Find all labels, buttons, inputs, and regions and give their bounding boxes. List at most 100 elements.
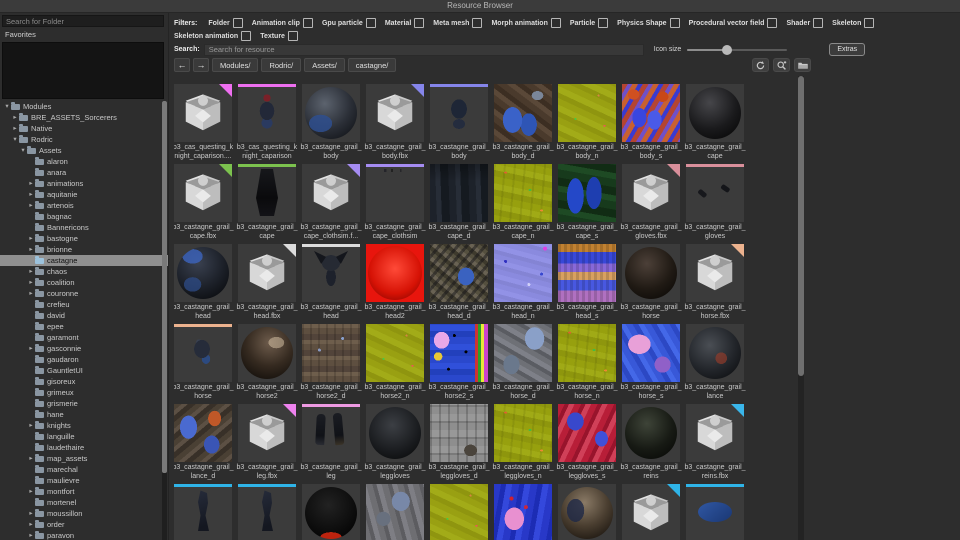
asset-tile[interactable]: b3_castagne_grail_ head [300,244,362,324]
expand-arrow-icon[interactable]: ▸ [27,508,35,519]
asset-tile[interactable]: b3_castagne_grail_ body.fbx [364,84,426,164]
tree-item-brionne[interactable]: ▸ brionne [0,244,168,255]
expand-arrow-icon[interactable]: ▸ [27,519,35,530]
slider-knob[interactable] [722,44,733,55]
asset-tile[interactable] [558,484,616,540]
asset-tile[interactable]: b3_castagne_grail_ horse_d [492,324,554,404]
tree-scrollbar[interactable] [162,101,167,540]
tree-item-order[interactable]: ▸ order [0,519,168,530]
tree-item-garamont[interactable]: garamont [0,332,168,343]
open-folder-icon[interactable] [794,58,811,72]
breadcrumb-assets[interactable]: Assets/ [304,58,345,72]
filter-folder[interactable]: Folder [208,18,243,28]
extras-button[interactable]: Extras [829,43,866,56]
tree-item-modules[interactable]: ▾ Modules [0,101,168,112]
tree-item-maulievre[interactable]: maulievre [0,475,168,486]
filter-checkbox[interactable] [767,18,778,28]
asset-tile[interactable]: b3_castagne_grail_ horse2_d [300,324,362,404]
asset-tile[interactable]: b3_castagne_grail_ cape.fbx [174,164,234,244]
tree-item-assets[interactable]: ▾ Assets [0,145,168,156]
tree-item-marechal[interactable]: marechal [0,464,168,475]
asset-tile[interactable]: b3_castagne_grail_ leggloves_n [492,404,554,484]
tree-item-couronne[interactable]: ▸ couronne [0,288,168,299]
tree-item-map-assets[interactable]: ▸ map_assets [0,453,168,464]
filter-skeleton[interactable]: Skeleton [832,18,875,28]
asset-tile[interactable]: b3_castagne_grail_ head_d [428,244,490,324]
filter-checkbox[interactable] [287,31,298,41]
filter-shader[interactable]: Shader [786,18,824,28]
tree-item-languille[interactable]: languille [0,431,168,442]
expand-arrow-icon[interactable]: ▸ [27,343,35,354]
tree-item-artenois[interactable]: ▸ artenois [0,200,168,211]
asset-tile[interactable]: b3_castagne_grail_ horse.fbx [684,244,746,324]
filter-checkbox[interactable] [365,18,376,28]
asset-tile[interactable]: b3_castagne_grail_ cape [236,164,298,244]
asset-tile[interactable]: b3_castagne_grail_ head [174,244,234,324]
expand-arrow-icon[interactable]: ▸ [27,266,35,277]
asset-tile[interactable]: b3_castagne_grail_ cape [684,84,746,164]
asset-tile[interactable]: b3_castagne_grail_ leggloves [364,404,426,484]
expand-arrow-icon[interactable]: ▸ [27,178,35,189]
asset-tile[interactable]: b3_castagne_grail_ body [300,84,362,164]
asset-tile[interactable]: b3_castagne_grail_ head2 [364,244,426,324]
asset-tile[interactable]: b3_castagne_grail_ cape_clothsim.f... [300,164,362,244]
icon-size-slider[interactable] [687,44,788,56]
tree-item-coalition[interactable]: ▸ coalition [0,277,168,288]
asset-tile[interactable]: b3_castagne_grail_ gloves [684,164,746,244]
asset-tile[interactable]: b3_castagne_grail_ cape_clothsim [364,164,426,244]
asset-tile[interactable] [302,484,360,540]
expand-arrow-icon[interactable]: ▸ [27,288,35,299]
asset-tile[interactable]: b3_castagne_grail_ body_n [556,84,618,164]
filter-meta-mesh[interactable]: Meta mesh [433,18,483,28]
tree-item-bannericons[interactable]: Bannericons [0,222,168,233]
collapse-arrow-icon[interactable]: ▾ [11,134,19,145]
grid-scrollbar[interactable] [798,76,804,540]
tree-item-castagne[interactable]: castagne [0,255,168,266]
asset-tile[interactable]: b3_castagne_grail_ leggloves_s [556,404,618,484]
filter-checkbox[interactable] [241,31,252,41]
asset-tile[interactable] [174,484,232,540]
collapse-arrow-icon[interactable]: ▾ [19,145,27,156]
tree-item-alaron[interactable]: alaron [0,156,168,167]
asset-tile[interactable]: b3_castagne_grail_ cape_n [492,164,554,244]
expand-arrow-icon[interactable]: ▸ [27,530,35,540]
collapse-arrow-icon[interactable]: ▾ [3,101,11,112]
tree-item-grimeux[interactable]: grimeux [0,387,168,398]
tree-item-bagnac[interactable]: bagnac [0,211,168,222]
tree-item-grismerie[interactable]: grismerie [0,398,168,409]
asset-tile[interactable]: b3_castagne_grail_ body_s [620,84,682,164]
tree-item-david[interactable]: david [0,310,168,321]
filter-checkbox[interactable] [472,18,483,28]
forward-button[interactable]: → [193,58,209,72]
asset-tile[interactable]: b3_castagne_grail_ cape_s [556,164,618,244]
tree-item-montfort[interactable]: ▸ montfort [0,486,168,497]
asset-tile[interactable] [686,484,744,540]
tree-item-epee[interactable]: epee [0,321,168,332]
asset-tile[interactable]: b3_castagne_grail_ head.fbx [236,244,298,324]
asset-tile[interactable]: b3_castagne_grail_ head_s [556,244,618,324]
filter-morph-animation[interactable]: Morph animation [491,18,561,28]
asset-tile[interactable]: b3_castagne_grail_ reins [620,404,682,484]
asset-tile[interactable]: b3_castagne_grail_ body [428,84,490,164]
expand-arrow-icon[interactable]: ▸ [27,244,35,255]
filter-checkbox[interactable] [232,18,243,28]
asset-tile[interactable]: b3_castagne_grail_ reins.fbx [684,404,746,484]
asset-tile[interactable]: b3_castagne_grail_ leg [300,404,362,484]
asset-tile[interactable]: b3_castagne_grail_ cape_d [428,164,490,244]
favorites-panel[interactable] [2,42,164,99]
tree-item-moussillon[interactable]: ▸ moussillon [0,508,168,519]
tree-item-bastogne[interactable]: ▸ bastogne [0,233,168,244]
tree-item-native[interactable]: ▸ Native [0,123,168,134]
filter-gpu-particle[interactable]: Gpu particle [322,18,376,28]
asset-tile[interactable]: b3_castagne_grail_ horse2 [236,324,298,404]
asset-tile[interactable] [430,484,488,540]
tree-item-gaudaron[interactable]: gaudaron [0,354,168,365]
tree-item-chaos[interactable]: ▸ chaos [0,266,168,277]
filter-physics-shape[interactable]: Physics Shape [617,18,680,28]
filter-particle[interactable]: Particle [570,18,609,28]
asset-tile[interactable]: b3_castagne_grail_ horse2_s [428,324,490,404]
filter-skeleton-animation[interactable]: Skeleton animation [174,31,252,41]
asset-tile[interactable] [622,484,680,540]
filter-checkbox[interactable] [864,18,875,28]
tree-item-crefieu[interactable]: crefieu [0,299,168,310]
